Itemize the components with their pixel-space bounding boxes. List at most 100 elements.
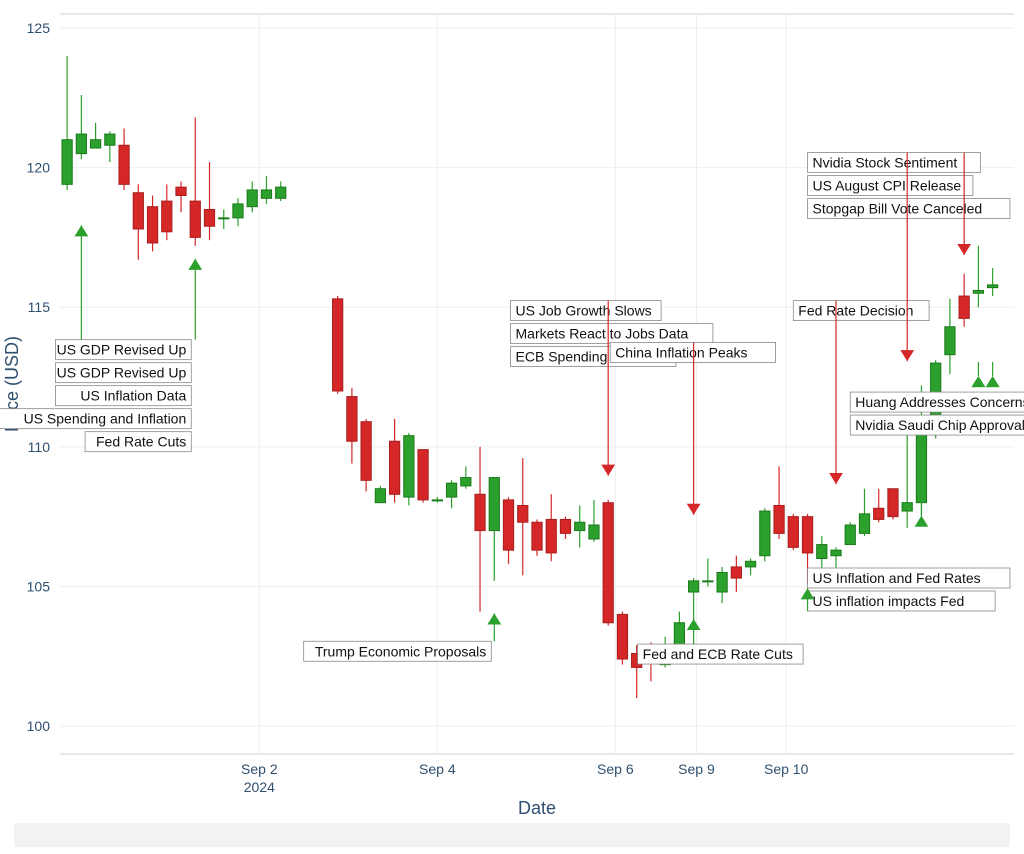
candle-body[interactable] bbox=[105, 134, 115, 145]
candle-body[interactable] bbox=[133, 193, 143, 229]
candle-body[interactable] bbox=[446, 483, 456, 497]
arrow-down-icon bbox=[830, 474, 842, 484]
candle-body[interactable] bbox=[560, 519, 570, 533]
y-tick-label: 105 bbox=[27, 578, 51, 594]
candle-body[interactable] bbox=[845, 525, 855, 545]
arrow-up-icon bbox=[75, 226, 87, 236]
candle-body[interactable] bbox=[859, 514, 869, 534]
candle-body[interactable] bbox=[475, 494, 485, 530]
candle-body[interactable] bbox=[375, 489, 385, 503]
candle-body[interactable] bbox=[717, 572, 727, 592]
x-tick-label: Sep 2 bbox=[241, 761, 278, 777]
candle-body[interactable] bbox=[119, 145, 129, 184]
candle-body[interactable] bbox=[162, 201, 172, 232]
annotation-label: Nvidia Stock Sentiment bbox=[813, 155, 958, 171]
candle-body[interactable] bbox=[261, 190, 271, 198]
candle-body[interactable] bbox=[959, 296, 969, 318]
candle-body[interactable] bbox=[532, 522, 542, 550]
y-tick-label: 125 bbox=[27, 20, 51, 36]
range-slider-track[interactable] bbox=[14, 823, 1010, 847]
arrow-down-icon bbox=[958, 245, 970, 255]
annotation-label: US GDP Revised Up bbox=[57, 342, 187, 358]
candle-body[interactable] bbox=[902, 503, 912, 511]
x-axis-label: Date bbox=[518, 798, 556, 818]
candle-body[interactable] bbox=[233, 204, 243, 218]
annotation-label: Fed and ECB Rate Cuts bbox=[643, 646, 793, 662]
candle-body[interactable] bbox=[418, 450, 428, 500]
candle-body[interactable] bbox=[874, 508, 884, 519]
annotation-label: US Job Growth Slows bbox=[516, 303, 652, 319]
candle-body[interactable] bbox=[745, 561, 755, 567]
candle-body[interactable] bbox=[489, 478, 499, 531]
candle-body[interactable] bbox=[831, 550, 841, 556]
y-tick-label: 120 bbox=[27, 160, 51, 176]
annotation-label: US Inflation Data bbox=[80, 388, 186, 404]
y-tick-label: 100 bbox=[27, 718, 51, 734]
x-tick-label: Sep 4 bbox=[419, 761, 456, 777]
candle-body[interactable] bbox=[802, 517, 812, 553]
candle-body[interactable] bbox=[703, 581, 713, 582]
candle-body[interactable] bbox=[361, 422, 371, 481]
candlestick-chart: 100105110115120125Sep 22024Sep 4Sep 6Sep… bbox=[0, 0, 1024, 820]
x-tick-label: Sep 10 bbox=[764, 761, 809, 777]
annotation-label: Trump Economic Proposals bbox=[315, 643, 486, 659]
annotation-label: US Spending and Inflation bbox=[24, 411, 187, 427]
candle-body[interactable] bbox=[988, 285, 998, 288]
candle-body[interactable] bbox=[945, 327, 955, 355]
candle-body[interactable] bbox=[347, 397, 357, 442]
candle-body[interactable] bbox=[546, 519, 556, 553]
candle-body[interactable] bbox=[62, 140, 72, 185]
candle-body[interactable] bbox=[731, 567, 741, 578]
candle-body[interactable] bbox=[176, 187, 186, 195]
arrow-up-icon bbox=[688, 620, 700, 630]
x-tick-label: Sep 6 bbox=[597, 761, 634, 777]
candle-body[interactable] bbox=[147, 207, 157, 243]
candle-body[interactable] bbox=[689, 581, 699, 592]
candle-body[interactable] bbox=[461, 478, 471, 486]
annotation-label: Fed Rate Cuts bbox=[96, 434, 186, 450]
chart-container: 100105110115120125Sep 22024Sep 4Sep 6Sep… bbox=[0, 0, 1024, 854]
candle-body[interactable] bbox=[404, 436, 414, 497]
candle-body[interactable] bbox=[389, 441, 399, 494]
candle-body[interactable] bbox=[190, 201, 200, 237]
annotation-label: Fed Rate Decision bbox=[798, 303, 913, 319]
arrow-down-icon bbox=[688, 504, 700, 514]
candle-body[interactable] bbox=[973, 290, 983, 293]
x-tick-label: Sep 9 bbox=[678, 761, 715, 777]
y-tick-label: 115 bbox=[28, 299, 51, 315]
arrow-down-icon bbox=[901, 351, 913, 361]
arrow-up-icon bbox=[972, 377, 984, 387]
candle-body[interactable] bbox=[774, 505, 784, 533]
candle-body[interactable] bbox=[589, 525, 599, 539]
candle-body[interactable] bbox=[888, 489, 898, 517]
annotation-label: US GDP Revised Up bbox=[57, 365, 187, 381]
arrow-up-icon bbox=[189, 260, 201, 270]
arrow-up-icon bbox=[987, 377, 999, 387]
annotation-label: Huang Addresses Concerns bbox=[855, 394, 1024, 410]
candle-body[interactable] bbox=[90, 140, 100, 148]
candle-body[interactable] bbox=[760, 511, 770, 556]
annotation-label: Nvidia Saudi Chip Approval bbox=[855, 417, 1024, 433]
candle-body[interactable] bbox=[76, 134, 86, 154]
candle-body[interactable] bbox=[204, 209, 214, 226]
annotation-label: Markets React to Jobs Data bbox=[516, 326, 689, 342]
candle-body[interactable] bbox=[503, 500, 513, 550]
annotation-label: Stopgap Bill Vote Canceled bbox=[813, 201, 983, 217]
candle-body[interactable] bbox=[617, 614, 627, 659]
arrow-down-icon bbox=[602, 465, 614, 475]
candle-body[interactable] bbox=[603, 503, 613, 623]
candle-body[interactable] bbox=[432, 500, 442, 501]
candle-body[interactable] bbox=[575, 522, 585, 530]
candle-body[interactable] bbox=[219, 218, 229, 219]
candle-body[interactable] bbox=[276, 187, 286, 198]
y-tick-label: 110 bbox=[28, 439, 51, 455]
arrow-up-icon bbox=[915, 517, 927, 527]
candle-body[interactable] bbox=[247, 190, 257, 207]
annotation-label: US inflation impacts Fed bbox=[813, 593, 965, 609]
candle-body[interactable] bbox=[518, 505, 528, 522]
annotation-label: China Inflation Peaks bbox=[615, 344, 747, 360]
candle-body[interactable] bbox=[817, 545, 827, 559]
candle-body[interactable] bbox=[333, 299, 343, 391]
candle-body[interactable] bbox=[788, 517, 798, 548]
annotation-label: US Inflation and Fed Rates bbox=[813, 570, 981, 586]
